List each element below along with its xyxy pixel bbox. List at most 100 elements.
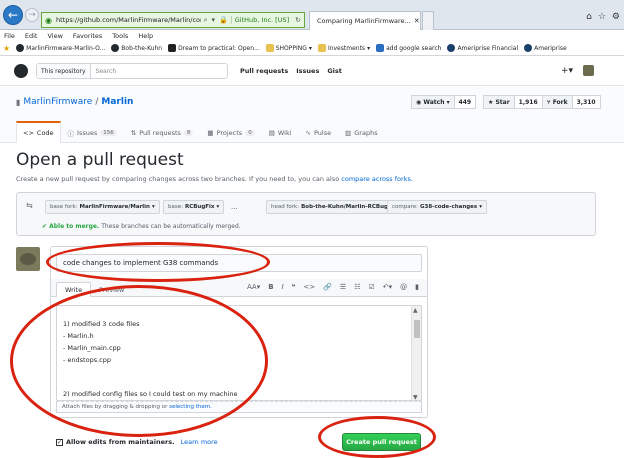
range-editor: ⇆ base fork: MarlinFirmware/Marlin ▾ base:… xyxy=(16,192,596,236)
compare-branch-dropdown[interactable]: compare: G38-code-changes ▾ xyxy=(387,200,487,214)
reply-icon[interactable]: ↶▾ xyxy=(383,283,392,291)
site-identity[interactable]: GitHub, Inc. [US] xyxy=(230,16,292,24)
base-branch-dropdown[interactable]: base: RCBugFix ▾ xyxy=(163,200,225,214)
quote-icon[interactable]: ❝ xyxy=(292,283,296,291)
base-fork-dropdown[interactable]: base fork: MarlinFirmware/Marlin ▾ xyxy=(45,200,160,214)
lock-icon[interactable]: 🔒 xyxy=(219,16,228,25)
tab-pulse[interactable]: ∿ Pulse xyxy=(299,121,339,143)
menu-view[interactable]: View xyxy=(47,32,62,40)
nav-issues[interactable]: Issues xyxy=(296,67,319,75)
favorite-link[interactable]: Ameriprise Financial xyxy=(447,44,518,52)
watch-button[interactable]: ◉ Watch ▾ xyxy=(411,95,455,109)
link-icon[interactable]: 🔗 xyxy=(323,283,332,291)
tab-graphs[interactable]: ▥ Graphs xyxy=(338,121,384,143)
star-count[interactable]: 1,916 xyxy=(514,95,543,109)
ameriprise-favicon-icon xyxy=(447,44,456,52)
home-icon[interactable]: ⌂ xyxy=(586,12,592,22)
ameriprise-favicon-icon xyxy=(524,44,533,52)
avatar[interactable] xyxy=(16,247,40,271)
bullet-list-icon[interactable]: ☰ xyxy=(340,283,346,291)
back-button[interactable]: ← xyxy=(3,5,23,25)
menu-help[interactable]: Help xyxy=(138,32,153,40)
numbered-list-icon[interactable]: ☷ xyxy=(354,283,360,291)
repo-owner-link[interactable]: MarlinFirmware xyxy=(23,97,92,107)
tab-projects[interactable]: ▦ Projects 0 xyxy=(200,121,261,143)
mention-icon[interactable]: @ xyxy=(400,283,407,291)
refresh-icon[interactable]: ↻ xyxy=(295,16,301,24)
scrollbar-thumb[interactable] xyxy=(414,320,420,338)
github-favicon-icon xyxy=(16,44,25,52)
code-icon[interactable]: <> xyxy=(303,283,315,291)
search-icon[interactable]: ⌕ xyxy=(204,16,208,25)
search-input[interactable]: Search xyxy=(91,68,117,75)
menu-file[interactable]: File xyxy=(4,32,15,40)
forward-button[interactable]: → xyxy=(25,8,39,22)
favorites-bar-star-icon: ★ xyxy=(3,43,11,53)
star-button[interactable]: ★ Star xyxy=(483,95,515,109)
browser-toolbar: ← → ◉ https://github.com/MarlinFirmware/… xyxy=(0,0,624,30)
italic-icon[interactable]: I xyxy=(282,283,284,291)
counter-badge: 8 xyxy=(183,129,194,136)
tab-code[interactable]: <> Code xyxy=(16,121,61,143)
favorite-link[interactable]: Bob-the-Kuhn xyxy=(111,44,162,52)
address-bar[interactable]: ◉ https://github.com/MarlinFirmware/Marl… xyxy=(41,12,305,28)
merge-ok-text: ✔ Able to merge. xyxy=(42,223,100,230)
github-favicon-icon xyxy=(111,44,120,52)
tab-issues[interactable]: ⓘ Issues 156 xyxy=(61,121,124,143)
avatar[interactable] xyxy=(583,65,594,76)
close-tab-icon[interactable]: ✕ xyxy=(414,17,420,25)
tab-pull-requests[interactable]: ⇅ Pull requests 8 xyxy=(124,121,201,143)
create-new-dropdown[interactable]: +▾ xyxy=(561,66,573,76)
allow-edits-checkbox[interactable]: ✓ xyxy=(56,438,63,446)
repo-name-link[interactable]: Marlin xyxy=(101,97,133,107)
favorite-link[interactable]: MarlinFirmware-Marlin-O... xyxy=(16,44,105,52)
counter-badge: 0 xyxy=(245,129,255,136)
page-subtitle: Create a new pull request by comparing c… xyxy=(16,175,413,183)
settings-gear-icon[interactable]: ⚙ xyxy=(612,12,620,22)
range-separator: ... xyxy=(231,203,238,211)
repo-nav: <> Code ⓘ Issues 156 ⇅ Pull requests 8 ▦ Proje… xyxy=(16,121,385,143)
tab-wiki[interactable]: ▤ Wiki xyxy=(262,121,299,143)
favorite-link[interactable]: add google search xyxy=(376,44,441,52)
dropdown-icon[interactable]: ▾ xyxy=(212,16,216,25)
github-logo-icon[interactable] xyxy=(14,64,28,78)
menu-favorites[interactable]: Favorites xyxy=(73,32,102,40)
watch-count[interactable]: 449 xyxy=(454,95,477,109)
nav-pull-requests[interactable]: Pull requests xyxy=(240,67,288,75)
pulse-icon: ∿ xyxy=(305,128,311,137)
nav-gist[interactable]: Gist xyxy=(327,67,342,75)
bookmark-icon[interactable]: ▮ xyxy=(415,283,419,291)
markdown-toolbar: AA▾ B I ❝ <> 🔗 ☰ ☷ ☑ ↶▾ @ ▮ xyxy=(247,283,419,291)
code-icon: <> xyxy=(23,129,34,137)
learn-more-link[interactable]: Learn more xyxy=(181,438,218,446)
favorite-link[interactable]: Dream to practical: Open... xyxy=(168,44,260,52)
bold-icon[interactable]: B xyxy=(268,283,273,291)
fork-count[interactable]: 3,310 xyxy=(572,95,601,109)
favorite-link[interactable]: Ameriprise xyxy=(524,44,567,52)
favorite-folder[interactable]: Investments ▾ xyxy=(317,44,370,52)
back-arrow-icon: ← xyxy=(7,8,19,22)
scroll-up-icon[interactable]: ▲ xyxy=(413,307,418,314)
site-favicon-icon xyxy=(168,44,177,52)
scroll-down-icon[interactable]: ▼ xyxy=(413,394,418,400)
favorites-star-icon[interactable]: ☆ xyxy=(598,12,606,22)
merge-status: ✔ Able to merge. These branches can be a… xyxy=(42,223,241,230)
text-size-icon[interactable]: AA▾ xyxy=(247,283,260,291)
search-scope: This repository xyxy=(37,64,91,78)
new-tab-button[interactable] xyxy=(422,11,434,30)
menu-edit[interactable]: Edit xyxy=(25,32,38,40)
github-nav: Pull requests Issues Gist xyxy=(240,67,342,75)
favorites-bar: ★ MarlinFirmware-Marlin-O... Bob-the-Kuh… xyxy=(0,41,624,56)
project-icon: ▦ xyxy=(207,128,214,137)
textarea-scrollbar[interactable]: ▲ ▼ xyxy=(411,306,421,400)
task-list-icon[interactable]: ☑ xyxy=(368,283,374,291)
menu-tools[interactable]: Tools xyxy=(112,32,128,40)
compare-across-forks-link[interactable]: compare across forks. xyxy=(341,175,413,183)
address-url[interactable]: https://github.com/MarlinFirmware/Marlin… xyxy=(56,16,201,24)
browser-tab-active[interactable]: Comparing MarlinFirmware... ✕ xyxy=(309,11,421,30)
annotation-ellipse-body xyxy=(10,285,268,437)
fork-button[interactable]: ⑂ Fork xyxy=(542,95,573,109)
repo-header: ▮ MarlinFirmware / Marlin ◉ Watch ▾ 449 … xyxy=(0,87,624,143)
repo-search[interactable]: This repository Search xyxy=(36,63,228,79)
favorite-folder[interactable]: SHOPPING ▾ xyxy=(265,44,312,52)
